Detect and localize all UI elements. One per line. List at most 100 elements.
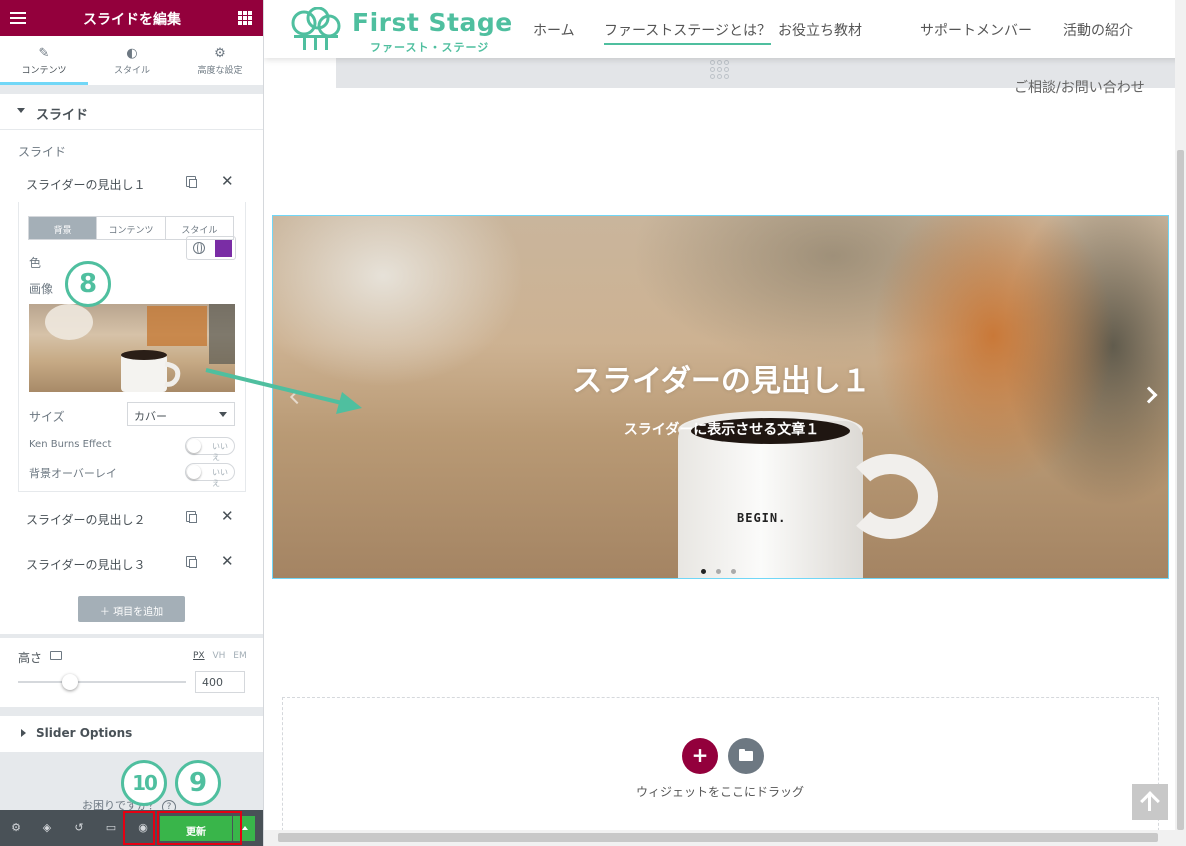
close-icon[interactable]: ✕ [221, 552, 234, 570]
subtab-content[interactable]: コンテンツ [97, 217, 166, 239]
dropzone-text: ウィジェットをここにドラッグ [635, 785, 804, 799]
ken-burns-label: Ken Burns Effect [29, 439, 112, 450]
nav-about[interactable]: ファーストステージとは？ [604, 20, 772, 45]
toggle-off-text: いいえ [212, 442, 228, 462]
mug-handle [843, 454, 938, 539]
overlay-label: 背景オーバーレイ [29, 467, 117, 480]
overlay-toggle[interactable]: いいえ [185, 463, 235, 488]
color-label: 色 [29, 256, 42, 270]
duplicate-icon[interactable] [186, 511, 197, 523]
tab-style-label: スタイル [113, 66, 150, 76]
site-header: First Stage ファースト・ステージ ホーム ファーストステージとは？ … [264, 0, 1186, 58]
navigator-icon[interactable]: ◈ [40, 821, 54, 835]
caret-right-icon [21, 729, 26, 737]
nav-home[interactable]: ホーム [533, 20, 575, 40]
close-icon[interactable]: ✕ [221, 172, 234, 190]
repeater-item-1[interactable]: スライダーの見出し１ ✕ [18, 167, 246, 199]
section-slider-options-header[interactable]: Slider Options [0, 716, 263, 752]
pagination-dot[interactable] [716, 569, 721, 574]
vertical-scroll-thumb[interactable] [1177, 150, 1184, 830]
repeater-item-2[interactable]: スライダーの見出し２ ✕ [18, 502, 246, 534]
height-label: 高さ [18, 651, 43, 665]
toggle-off-text: いいえ [212, 468, 228, 488]
repeater-item-title: スライダーの見出し２ [26, 513, 146, 527]
add-item-label: 項目を追加 [113, 607, 164, 618]
duplicate-icon[interactable] [186, 176, 197, 188]
history-icon[interactable]: ↺ [72, 821, 86, 835]
tab-advanced[interactable]: ⚙ 高度な設定 [176, 36, 263, 85]
repeater-item-1-panel: 背景 コンテンツ スタイル 色 画像 サイズ カバー Ken Burns Eff… [18, 202, 246, 492]
tab-content-label: コンテンツ [21, 66, 67, 76]
repeater-item-3[interactable]: スライダーの見出し３ ✕ [18, 547, 246, 579]
drag-handle-icon[interactable] [710, 60, 730, 79]
step-8-badge: 8 [65, 261, 111, 307]
site-logo-text[interactable]: First Stage [352, 8, 513, 37]
site-logo-subtext: ファースト・ステージ [370, 41, 490, 54]
unit-switcher: PX VH EM [193, 651, 247, 661]
editor-panel: スライドを編集 ✎ コンテンツ ◐ スタイル ⚙ 高度な設定 スライド スライド… [0, 0, 264, 846]
tree-logo-icon [291, 7, 341, 50]
contrast-icon: ◐ [126, 46, 138, 61]
back-to-top-button[interactable] [1132, 784, 1168, 820]
repeater-item-title: スライダーの見出し３ [26, 558, 146, 572]
nav-activities[interactable]: 活動の紹介 [1063, 20, 1133, 40]
toggle-knob [187, 439, 201, 453]
tab-content[interactable]: ✎ コンテンツ [0, 36, 88, 85]
responsive-icon[interactable]: ▭ [104, 821, 118, 835]
nav-materials[interactable]: お役立ち教材 [778, 20, 862, 40]
color-swatch[interactable] [215, 240, 232, 257]
tab-advanced-label: 高度な設定 [197, 66, 243, 76]
hero-slide[interactable]: BEGIN. スライダーの見出し１ スライダーに表示させる文章１ [272, 215, 1169, 579]
gear-icon: ⚙ [214, 46, 226, 61]
pagination-dot[interactable] [701, 569, 706, 574]
subtab-background[interactable]: 背景 [29, 217, 98, 239]
settings-icon[interactable]: ⚙ [9, 821, 23, 835]
panel-title: スライドを編集 [83, 12, 181, 28]
empty-section-dropzone[interactable] [282, 697, 1159, 846]
height-slider-handle[interactable] [62, 674, 79, 690]
caret-down-icon [17, 108, 25, 113]
slide-heading: スライダーの見出し１ [572, 364, 871, 399]
slide-pagination [701, 559, 746, 578]
step-10-badge: 10 [121, 760, 167, 806]
slider-options-title: Slider Options [36, 726, 133, 740]
plus-icon: ＋ [99, 607, 110, 618]
page-preview: First Stage ファースト・ステージ ホーム ファーストステージとは？ … [264, 0, 1186, 846]
step-9-badge: 9 [175, 760, 221, 806]
ken-burns-toggle[interactable]: いいえ [185, 437, 235, 462]
duplicate-icon[interactable] [186, 556, 197, 568]
height-control: 高さ PX VH EM 400 [0, 637, 263, 707]
slide-description: スライダーに表示させる文章１ [623, 422, 820, 438]
add-section-button[interactable]: + [682, 738, 718, 774]
annotation-arrow [205, 368, 362, 414]
unit-em[interactable]: EM [233, 651, 246, 661]
desktop-icon[interactable] [50, 651, 62, 660]
toggle-knob [187, 465, 201, 479]
height-input[interactable]: 400 [195, 671, 245, 693]
unit-px[interactable]: PX [193, 651, 205, 661]
nav-contact[interactable]: ご相談/お問い合わせ [1014, 77, 1145, 97]
section-slides-title: スライド [36, 108, 89, 123]
panel-tabs: ✎ コンテンツ ◐ スタイル ⚙ 高度な設定 [0, 36, 263, 86]
section-slides-header[interactable]: スライド [0, 94, 263, 130]
repeater-item-title: スライダーの見出し１ [26, 178, 146, 192]
pencil-icon: ✎ [38, 46, 50, 61]
horizontal-scroll-thumb[interactable] [278, 833, 1158, 842]
widgets-grid-icon[interactable] [238, 11, 252, 25]
unit-vh[interactable]: VH [212, 651, 225, 661]
tab-style[interactable]: ◐ スタイル [88, 36, 176, 85]
close-icon[interactable]: ✕ [221, 507, 234, 525]
size-label: サイズ [29, 410, 65, 424]
nav-members[interactable]: サポートメンバー [920, 20, 1032, 40]
add-item-button[interactable]: ＋ 項目を追加 [78, 596, 185, 622]
globe-icon[interactable] [193, 242, 205, 254]
highlight-update-box [157, 811, 242, 845]
mug-text: BEGIN. [737, 511, 787, 525]
image-label: 画像 [29, 282, 54, 296]
color-picker[interactable] [186, 236, 236, 260]
height-slider-track[interactable] [18, 681, 186, 683]
pagination-dot[interactable] [731, 569, 736, 574]
panel-header: スライドを編集 [0, 0, 263, 36]
add-template-folder-icon[interactable] [728, 738, 764, 774]
slides-label: スライド [18, 145, 67, 159]
